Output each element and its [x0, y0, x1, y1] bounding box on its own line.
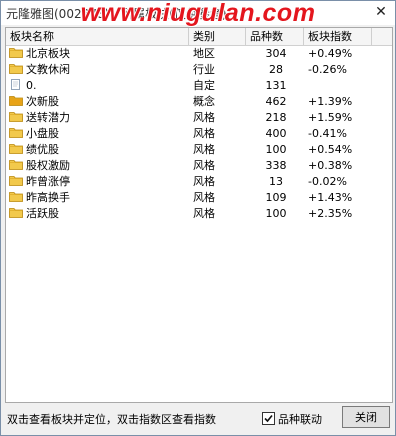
sector-category: 概念 — [193, 95, 215, 108]
sector-category: 风格 — [193, 175, 215, 188]
sector-index[interactable]: -0.26% — [308, 62, 368, 78]
link-checkbox[interactable] — [262, 412, 275, 425]
sector-name-cell: 文教休闲 — [9, 62, 189, 78]
sector-index[interactable]: +1.43% — [308, 190, 368, 206]
folder-icon — [9, 143, 23, 154]
watermark-logo: www.niugulan.com — [80, 0, 316, 27]
sector-name-cell: 小盘股 — [9, 126, 189, 142]
close-icon[interactable]: ✕ — [373, 4, 389, 20]
sector-count: 462 — [265, 95, 287, 108]
sector-name-cell: 昨曾涨停 — [9, 174, 189, 190]
table-row[interactable]: 送转潜力 风格 218 +1.59% — [6, 110, 392, 126]
sector-count: 131 — [265, 79, 287, 92]
table-row[interactable]: 文教休闲 行业 28 -0.26% — [6, 62, 392, 78]
sector-index[interactable]: +1.59% — [308, 110, 368, 126]
sector-index[interactable]: -0.41% — [308, 126, 368, 142]
sector-name: 北京板块 — [26, 47, 70, 60]
sector-name: 活跃股 — [26, 207, 59, 220]
table-row[interactable]: 北京板块 地区 304 +0.49% — [6, 46, 392, 62]
sector-index[interactable]: +0.38% — [308, 158, 368, 174]
link-checkbox-label[interactable]: 品种联动 — [278, 411, 322, 427]
sector-name: 股权激励 — [26, 159, 70, 172]
column-header-count[interactable]: 品种数 — [246, 28, 304, 45]
sector-name: 绩优股 — [26, 143, 59, 156]
table-row[interactable]: 股权激励 风格 338 +0.38% — [6, 158, 392, 174]
sector-dialog: 元隆雅图(002878) - 所属板块(仅供参考) www.niugulan.c… — [0, 0, 396, 436]
sector-count: 218 — [265, 111, 287, 124]
sector-index[interactable]: -0.02% — [308, 174, 368, 190]
sector-name: 文教休闲 — [26, 63, 70, 76]
column-header-category[interactable]: 类别 — [189, 28, 246, 45]
folder-icon — [9, 207, 23, 218]
column-header-name[interactable]: 板块名称 — [6, 28, 189, 45]
table-row[interactable]: 次新股 概念 462 +1.39% — [6, 94, 392, 110]
sector-category: 自定 — [193, 79, 215, 92]
sector-category: 风格 — [193, 127, 215, 140]
table-row[interactable]: 昨高换手 风格 109 +1.43% — [6, 190, 392, 206]
status-bar: 双击查看板块并定位，双击指数区查看指数 品种联动 关闭 — [5, 405, 391, 431]
checkmark-icon — [264, 414, 273, 423]
sector-index[interactable] — [308, 78, 368, 94]
table-header: 板块名称 类别 品种数 板块指数 — [6, 28, 392, 46]
sector-name-cell: 活跃股 — [9, 206, 189, 222]
table-row[interactable]: 活跃股 风格 100 +2.35% — [6, 206, 392, 222]
sector-category: 风格 — [193, 207, 215, 220]
sector-name: 昨曾涨停 — [26, 175, 70, 188]
sector-category: 风格 — [193, 159, 215, 172]
hint-text: 双击查看板块并定位，双击指数区查看指数 — [7, 413, 216, 426]
sector-index[interactable]: +1.39% — [308, 94, 368, 110]
sector-table[interactable]: 板块名称 类别 品种数 板块指数 北京板块 地区 304 +0.49% 文教休闲 行业 28… — [5, 27, 393, 403]
folder-icon — [9, 175, 23, 186]
sector-category: 行业 — [193, 63, 215, 76]
sector-name: 次新股 — [26, 95, 59, 108]
sector-count: 109 — [265, 191, 287, 204]
document-icon — [9, 79, 23, 90]
sector-name-cell: 昨高换手 — [9, 190, 189, 206]
column-header-index[interactable]: 板块指数 — [304, 28, 372, 45]
sector-name-cell: 0. — [9, 78, 189, 94]
folder-icon — [9, 127, 23, 138]
table-row[interactable]: 昨曾涨停 风格 13 -0.02% — [6, 174, 392, 190]
sector-index[interactable]: +0.49% — [308, 46, 368, 62]
sector-index[interactable]: +2.35% — [308, 206, 368, 222]
sector-name: 小盘股 — [26, 127, 59, 140]
sector-count: 304 — [265, 47, 287, 60]
sector-count: 13 — [269, 175, 283, 188]
folder-icon — [9, 63, 23, 74]
title-bar[interactable]: 元隆雅图(002878) - 所属板块(仅供参考) www.niugulan.c… — [1, 0, 395, 27]
table-row[interactable]: 绩优股 风格 100 +0.54% — [6, 142, 392, 158]
sector-name-cell: 绩优股 — [9, 142, 189, 158]
sector-count: 100 — [265, 143, 287, 156]
table-row[interactable]: 0. 自定 131 — [6, 78, 392, 94]
folder-icon — [9, 159, 23, 170]
sector-count: 100 — [265, 207, 287, 220]
folder-icon — [9, 191, 23, 202]
sector-name: 送转潜力 — [26, 111, 70, 124]
sector-name-cell: 北京板块 — [9, 46, 189, 62]
sector-index[interactable]: +0.54% — [308, 142, 368, 158]
sector-count: 400 — [265, 127, 287, 140]
folder-icon — [9, 95, 23, 106]
sector-category: 地区 — [193, 47, 215, 60]
sector-category: 风格 — [193, 191, 215, 204]
sector-name-cell: 送转潜力 — [9, 110, 189, 126]
sector-category: 风格 — [193, 143, 215, 156]
folder-icon — [9, 111, 23, 122]
sector-count: 338 — [265, 159, 287, 172]
sector-name-cell: 股权激励 — [9, 158, 189, 174]
folder-icon — [9, 47, 23, 58]
sector-name: 昨高换手 — [26, 191, 70, 204]
sector-name: 0. — [26, 79, 37, 92]
sector-count: 28 — [269, 63, 283, 76]
sector-name-cell: 次新股 — [9, 94, 189, 110]
close-button[interactable]: 关闭 — [342, 406, 390, 428]
sector-category: 风格 — [193, 111, 215, 124]
table-row[interactable]: 小盘股 风格 400 -0.41% — [6, 126, 392, 142]
